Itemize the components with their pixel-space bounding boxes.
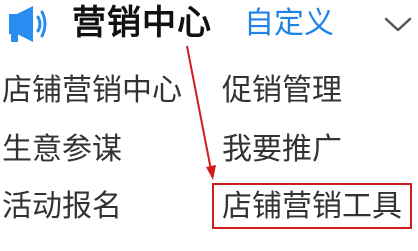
megaphone-icon — [9, 6, 47, 42]
menu-item-event-signup[interactable]: 活动报名 — [2, 187, 122, 227]
menu-item-promote[interactable]: 我要推广 — [222, 130, 342, 170]
menu-item-business-advisor[interactable]: 生意参谋 — [2, 130, 122, 170]
page-title: 营销中心 — [72, 3, 212, 43]
highlight-box — [212, 183, 412, 229]
customize-link[interactable]: 自定义 — [244, 2, 334, 46]
chevron-down-icon[interactable] — [382, 14, 414, 34]
menu-item-store-marketing-center[interactable]: 店铺营销中心 — [2, 71, 182, 111]
menu-item-promotion-management[interactable]: 促销管理 — [222, 71, 342, 111]
section-header: 营销中心 自定义 — [0, 0, 418, 55]
